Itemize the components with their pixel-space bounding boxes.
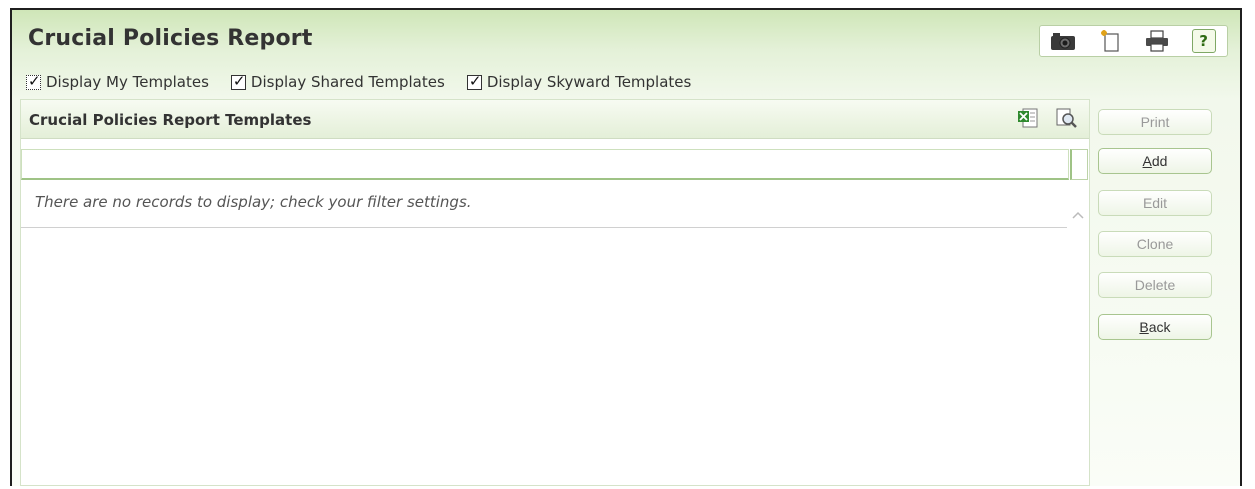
camera-icon[interactable] [1049, 29, 1077, 53]
template-filters: ✓ Display My Templates ✓ Display Shared … [26, 71, 713, 91]
panel-header-icons [1017, 107, 1079, 133]
edit-button[interactable]: Edit [1098, 190, 1212, 216]
help-icon: ? [1191, 29, 1216, 53]
templates-panel: Crucial Policies Report Templates There … [20, 99, 1090, 486]
help-button[interactable]: ? [1190, 29, 1218, 53]
report-window: Crucial Policies Report ? ✓ Display My T… [10, 8, 1242, 486]
add-label-rest: dd [1151, 153, 1168, 169]
skyward-templates-checkbox[interactable]: ✓ [466, 71, 482, 90]
my-templates-checkbox[interactable]: ✓ [26, 71, 41, 90]
excel-export-icon[interactable] [1017, 107, 1039, 133]
checkmark-icon: ✓ [232, 71, 246, 90]
add-button[interactable]: Add [1098, 148, 1212, 174]
scroll-up-icon[interactable] [1071, 208, 1085, 222]
printer-icon[interactable] [1143, 29, 1171, 53]
grid-header [21, 149, 1069, 180]
top-toolbar: ? [1039, 25, 1228, 57]
clone-button[interactable]: Clone [1098, 231, 1212, 257]
grid-column-chooser[interactable] [1070, 149, 1088, 180]
filter-skyward-templates[interactable]: ✓ Display Skyward Templates [466, 71, 692, 91]
add-hotkey: A [1142, 153, 1152, 169]
print-button[interactable]: Print [1098, 109, 1212, 135]
back-button[interactable]: Back [1098, 314, 1212, 340]
page-title: Crucial Policies Report [28, 26, 313, 51]
empty-message: There are no records to display; check y… [35, 193, 472, 211]
panel-title: Crucial Policies Report Templates [29, 111, 312, 129]
row-divider [21, 227, 1067, 228]
back-label-rest: ack [1148, 319, 1171, 335]
shared-templates-label: Display Shared Templates [250, 73, 445, 91]
print-preview-icon[interactable] [1055, 107, 1079, 133]
checkmark-icon: ✓ [28, 71, 41, 90]
panel-header: Crucial Policies Report Templates [21, 100, 1089, 139]
filter-my-templates[interactable]: ✓ Display My Templates [26, 71, 209, 91]
new-tab-icon[interactable] [1096, 29, 1124, 53]
checkmark-icon: ✓ [468, 71, 482, 90]
skyward-templates-label: Display Skyward Templates [486, 73, 692, 91]
back-hotkey: B [1139, 319, 1149, 335]
shared-templates-checkbox[interactable]: ✓ [230, 71, 246, 90]
delete-button[interactable]: Delete [1098, 272, 1212, 298]
filter-shared-templates[interactable]: ✓ Display Shared Templates [230, 71, 445, 91]
my-templates-label: Display My Templates [46, 73, 209, 91]
